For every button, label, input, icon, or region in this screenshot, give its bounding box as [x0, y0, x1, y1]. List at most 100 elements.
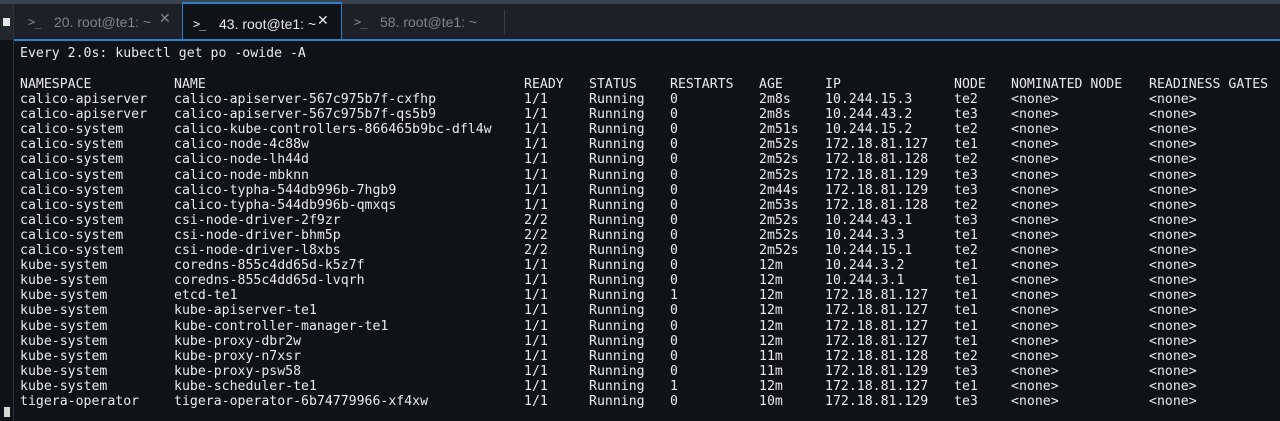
cell-name: kube-proxy-n7xsr [174, 348, 302, 364]
cell-status: Running [589, 273, 645, 289]
cell-name: csi-node-driver-2f9zr [174, 212, 341, 228]
cell-node: te1 [954, 288, 978, 304]
cell-status: Running [589, 258, 645, 274]
cell-restarts: 0 [670, 122, 678, 138]
cell-ready: 1/1 [524, 137, 548, 153]
cell-restarts: 0 [670, 333, 678, 349]
cell-namespace: kube-system [20, 363, 108, 379]
cell-nominated-node: <none> [1011, 197, 1059, 213]
cell-ip: 172.18.81.129 [825, 167, 929, 183]
cell-readiness-gates: <none> [1149, 303, 1197, 319]
cell-age: 11m [759, 348, 783, 364]
cell-ready: 1/1 [524, 348, 548, 364]
cell-namespace: calico-system [20, 167, 124, 183]
table-row: kube-system coredns-855c4dd65d-lvqrh 1/1 Ru… [20, 273, 1280, 288]
terminal-prompt-icon: >_ [354, 15, 367, 29]
cell-ip: 172.18.81.129 [825, 182, 929, 198]
tab-separator [504, 10, 505, 34]
cell-age: 2m52s [759, 137, 799, 153]
cell-readiness-gates: <none> [1149, 378, 1197, 394]
table-row: kube-system kube-apiserver-te1 1/1 Running 0… [20, 303, 1280, 318]
table-row: calico-system csi-node-driver-2f9zr 2/2 Run… [20, 213, 1280, 228]
cell-node: te3 [954, 393, 978, 409]
cell-age: 12m [759, 258, 783, 274]
cell-ready: 2/2 [524, 212, 548, 228]
cell-status: Running [589, 333, 645, 349]
cell-nominated-node: <none> [1011, 333, 1059, 349]
cell-nominated-node: <none> [1011, 393, 1059, 409]
cell-namespace: kube-system [20, 333, 108, 349]
cell-status: Running [589, 227, 645, 243]
cell-age: 12m [759, 333, 783, 349]
cell-restarts: 0 [670, 227, 678, 243]
table-row: kube-system kube-proxy-psw58 1/1 Running 0 11… [20, 364, 1280, 379]
header-age: AGE [759, 77, 783, 92]
close-icon[interactable]: ✕ [159, 11, 171, 27]
header-name: NAME [174, 77, 206, 92]
cell-nominated-node: <none> [1011, 167, 1059, 183]
cell-ip: 172.18.81.127 [825, 318, 929, 334]
cell-restarts: 0 [670, 393, 678, 409]
table-row: calico-system calico-node-lh44d 1/1 Running… [20, 152, 1280, 167]
cell-status: Running [589, 152, 645, 168]
table-row: kube-system kube-scheduler-te1 1/1 Running 1… [20, 379, 1280, 394]
cell-status: Running [589, 92, 645, 108]
cell-age: 2m8s [759, 107, 791, 123]
tab-43[interactable]: >_ 43. root@te1: ~ ✕ [182, 2, 342, 39]
cell-restarts: 0 [670, 197, 678, 213]
cell-nominated-node: <none> [1011, 152, 1059, 168]
cell-readiness-gates: <none> [1149, 258, 1197, 274]
table-row: calico-system csi-node-driver-bhm5p 2/2 Run… [20, 228, 1280, 243]
cell-restarts: 0 [670, 212, 678, 228]
table-row: kube-system kube-proxy-n7xsr 1/1 Running 0 11… [20, 349, 1280, 364]
cell-ready: 2/2 [524, 227, 548, 243]
cell-nominated-node: <none> [1011, 182, 1059, 198]
cell-ready: 1/1 [524, 182, 548, 198]
cell-nominated-node: <none> [1011, 227, 1059, 243]
cell-readiness-gates: <none> [1149, 393, 1197, 409]
tab-20[interactable]: >_ 20. root@te1: ~ ✕ [18, 4, 178, 40]
close-icon[interactable]: ✕ [317, 13, 329, 29]
cell-name: kube-apiserver-te1 [174, 303, 317, 319]
cell-namespace: calico-apiserver [20, 107, 148, 123]
cell-age: 2m52s [759, 167, 799, 183]
tab-label: 58. root@te1: ~ [380, 14, 478, 30]
cell-status: Running [589, 212, 645, 228]
cell-restarts: 0 [670, 318, 678, 334]
cell-readiness-gates: <none> [1149, 212, 1197, 228]
cell-namespace: calico-system [20, 212, 124, 228]
header-node: NODE [954, 77, 986, 92]
cell-readiness-gates: <none> [1149, 363, 1197, 379]
cell-nominated-node: <none> [1011, 273, 1059, 289]
cell-namespace: kube-system [20, 348, 108, 364]
cell-name: kube-proxy-psw58 [174, 363, 302, 379]
cell-ip: 172.18.81.127 [825, 333, 929, 349]
terminal-window: >_ 20. root@te1: ~ ✕ >_ 43. root@te1: ~ … [0, 0, 1280, 421]
tab-58[interactable]: >_ 58. root@te1: ~ [344, 4, 504, 40]
cell-name: calico-typha-544db996b-qmxqs [174, 197, 397, 213]
cell-age: 11m [759, 363, 783, 379]
cell-node: te1 [954, 227, 978, 243]
cell-ip: 172.18.81.128 [825, 348, 929, 364]
cell-restarts: 0 [670, 92, 678, 108]
cell-nominated-node: <none> [1011, 137, 1059, 153]
terminal-output[interactable]: Every 2.0s: kubectl get po -owide -A NAM… [14, 40, 1280, 421]
header-restarts: RESTARTS [670, 77, 734, 92]
cell-ip: 10.244.3.2 [825, 258, 905, 274]
cell-readiness-gates: <none> [1149, 227, 1197, 243]
cell-restarts: 0 [670, 243, 678, 259]
cell-namespace: calico-system [20, 197, 124, 213]
cell-name: etcd-te1 [174, 288, 238, 304]
cell-node: te2 [954, 122, 978, 138]
cell-ip: 172.18.81.128 [825, 152, 929, 168]
cell-namespace: calico-system [20, 137, 124, 153]
header-readiness-gates: READINESS GATES [1149, 77, 1269, 92]
cell-node: te2 [954, 152, 978, 168]
cell-node: te3 [954, 182, 978, 198]
cell-namespace: tigera-operator [20, 393, 140, 409]
cell-namespace: calico-system [20, 152, 124, 168]
cell-ip: 172.18.81.129 [825, 363, 929, 379]
table-row: kube-system kube-controller-manager-te1 1/… [20, 319, 1280, 334]
cell-name: calico-typha-544db996b-7hgb9 [174, 182, 397, 198]
cell-namespace: kube-system [20, 303, 108, 319]
